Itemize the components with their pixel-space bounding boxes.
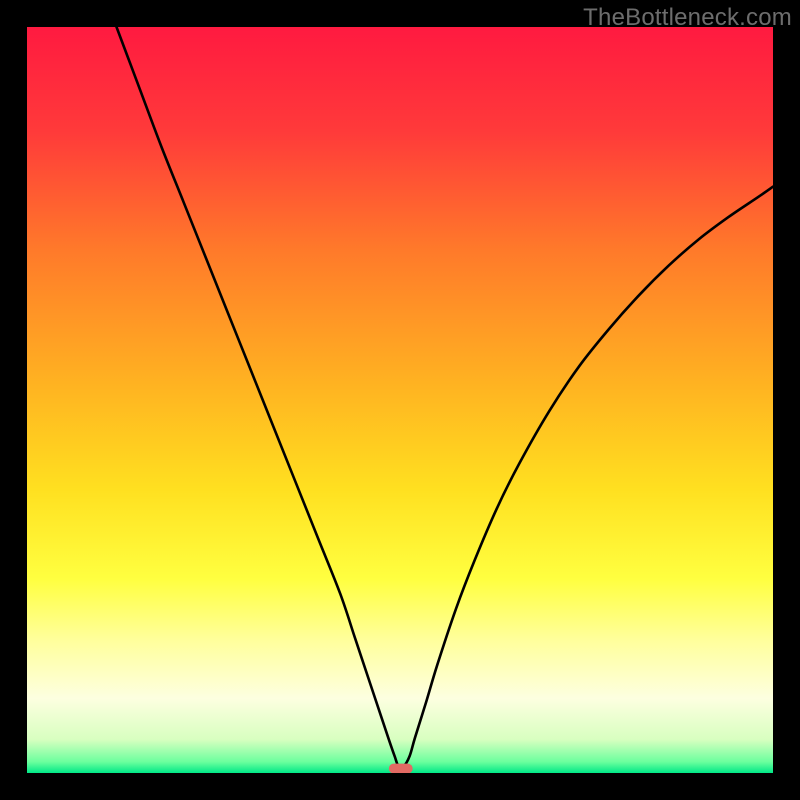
watermark-text: TheBottleneck.com: [583, 4, 792, 32]
bottleneck-chart: [27, 27, 773, 773]
chart-frame: [27, 27, 773, 773]
gradient-background: [27, 27, 773, 773]
optimal-marker: [389, 764, 413, 773]
